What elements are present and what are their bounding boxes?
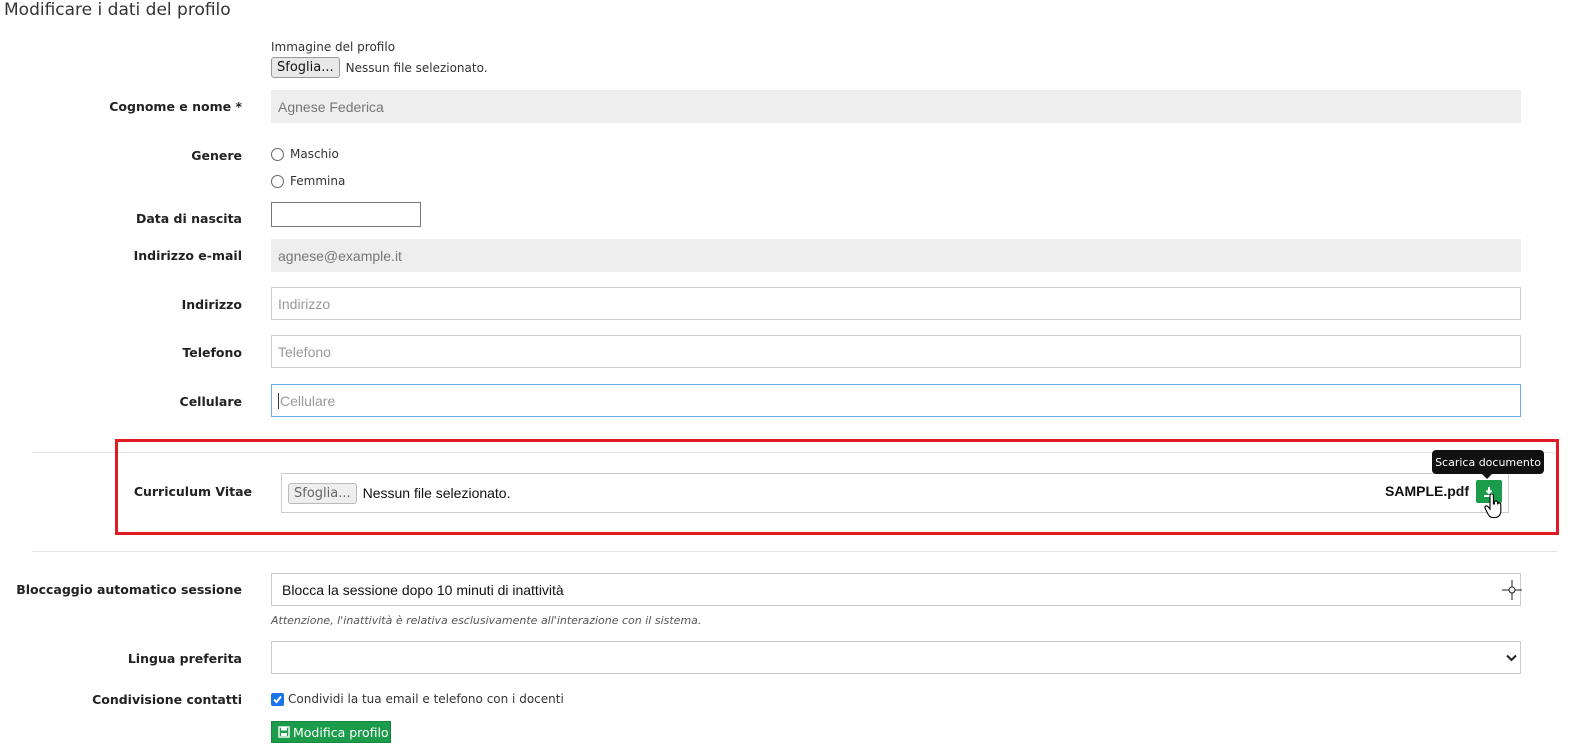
email-label: Indirizzo e-mail (133, 248, 242, 263)
crosshair-cursor-icon (1502, 580, 1522, 600)
email-input[interactable]: agnese@example.it (271, 239, 1521, 272)
mobile-input[interactable]: Cellulare (271, 384, 1521, 417)
cv-file-input[interactable]: Sfoglia... Nessun file selezionato. (281, 473, 1509, 513)
phone-label: Telefono (182, 345, 242, 360)
submit-label: Modifica profilo (293, 724, 389, 740)
cv-file-name[interactable]: SAMPLE.pdf (1385, 483, 1469, 499)
address-placeholder: Indirizzo (278, 295, 331, 312)
gender-label: Genere (191, 148, 242, 163)
cv-label: Curriculum Vitae (133, 484, 252, 499)
name-value: Agnese Federica (278, 98, 384, 115)
birthdate-input[interactable] (271, 202, 421, 227)
gender-male-label: Maschio (290, 147, 339, 161)
mobile-placeholder: Cellulare (280, 392, 336, 409)
contacts-checkbox-row[interactable]: Condividi la tua email e telefono con i … (271, 692, 564, 706)
checkbox-checked-icon[interactable] (271, 692, 284, 706)
save-icon (278, 726, 290, 738)
language-select[interactable] (271, 641, 1521, 674)
name-input[interactable]: Agnese Federica (271, 90, 1521, 123)
profile-image-label: Immagine del profilo (271, 40, 396, 54)
session-lock-help: Attenzione, l'inattività è relativa escl… (271, 614, 702, 627)
radio-icon[interactable] (271, 174, 284, 188)
session-lock-value: Blocca la sessione dopo 10 minuti di ina… (282, 581, 564, 598)
contacts-checkbox-label: Condividi la tua email e telefono con i … (288, 692, 564, 706)
profile-image-browse-button[interactable]: Sfoglia... (271, 57, 340, 78)
gender-option-male[interactable]: Maschio (271, 147, 339, 161)
radio-icon[interactable] (271, 147, 284, 161)
hand-cursor-icon (1484, 494, 1502, 519)
language-label: Lingua preferita (127, 651, 242, 666)
phone-placeholder: Telefono (278, 343, 331, 360)
gender-option-female[interactable]: Femmina (271, 174, 345, 188)
email-value: agnese@example.it (278, 247, 402, 264)
phone-input[interactable]: Telefono (271, 335, 1521, 368)
page-title: Modificare i dati del profilo (4, 0, 231, 20)
section-divider (32, 551, 1557, 552)
tooltip: Scarica documento (1432, 450, 1544, 474)
cv-browse-button[interactable]: Sfoglia... (288, 482, 357, 504)
contacts-label: Condivisione contatti (92, 692, 242, 707)
text-cursor (278, 392, 279, 409)
session-lock-label: Bloccaggio automatico sessione (16, 582, 242, 597)
profile-image-status: Nessun file selezionato. (345, 60, 488, 75)
tooltip-arrow (1482, 474, 1492, 479)
mobile-label: Cellulare (179, 394, 242, 409)
address-input[interactable]: Indirizzo (271, 287, 1521, 320)
birthdate-label: Data di nascita (135, 211, 242, 226)
cv-status: Nessun file selezionato. (362, 485, 511, 501)
chevron-down-icon (1506, 654, 1517, 662)
address-label: Indirizzo (181, 297, 242, 312)
name-label: Cognome e nome * (109, 99, 242, 114)
gender-female-label: Femmina (290, 174, 346, 188)
submit-button[interactable]: Modifica profilo (271, 721, 391, 743)
session-lock-select[interactable]: Blocca la sessione dopo 10 minuti di ina… (271, 573, 1521, 606)
